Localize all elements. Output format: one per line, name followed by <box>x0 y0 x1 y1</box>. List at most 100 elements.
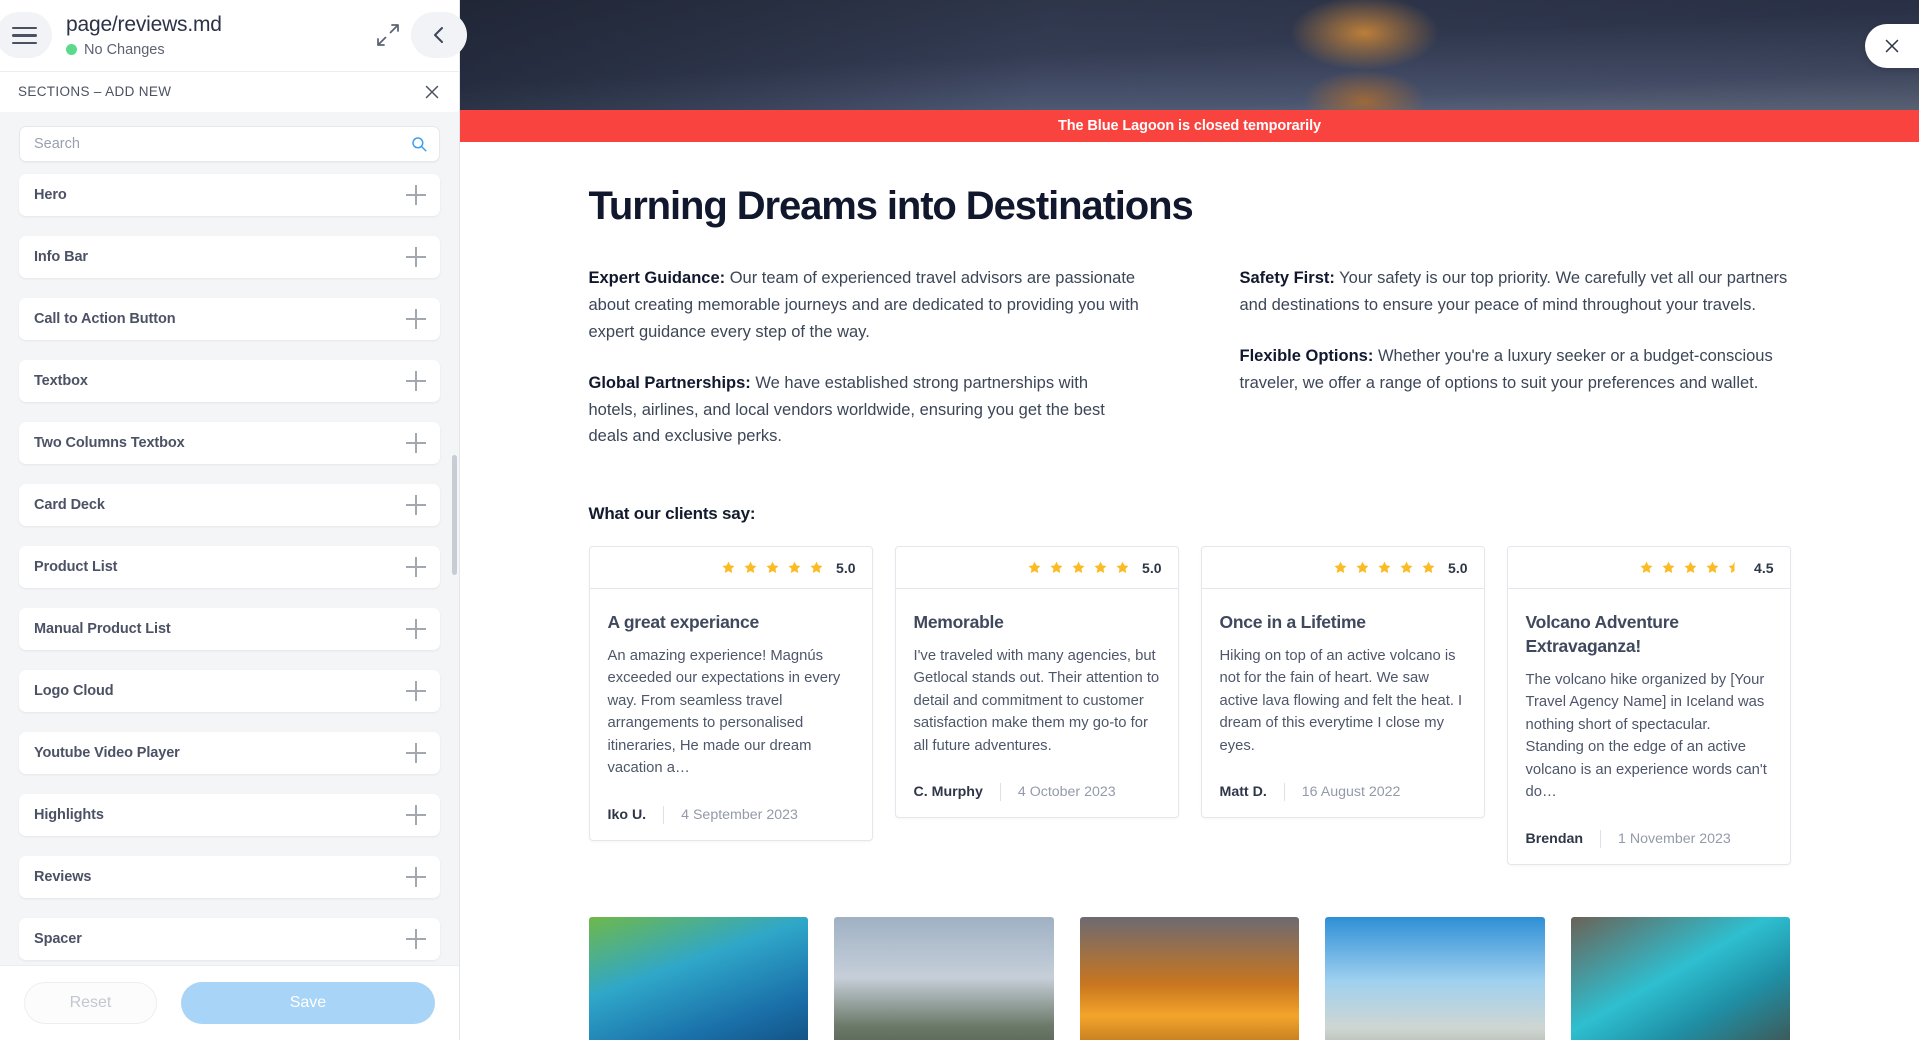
star-icon <box>1334 561 1347 574</box>
hero-image <box>460 0 1919 110</box>
star-icon <box>1378 561 1391 574</box>
review-footer: Iko U. 4 September 2023 <box>590 780 872 840</box>
close-icon <box>1885 39 1899 53</box>
star-rating <box>1639 560 1742 575</box>
review-author: C. Murphy <box>913 784 983 801</box>
sidebar-item-label: Hero <box>34 186 67 203</box>
star-rating <box>721 560 824 575</box>
sidebar-item-two-columns-textbox[interactable]: Two Columns Textbox <box>19 421 440 464</box>
plus-icon[interactable] <box>406 184 426 205</box>
review-date: 4 September 2023 <box>681 806 798 823</box>
sidebar-item-call-to-action-button[interactable]: Call to Action Button <box>19 297 440 340</box>
paragraph-lead: Expert Guidance: <box>588 269 726 287</box>
review-body: Once in a Lifetime Hiking on top of an ac… <box>1202 589 1484 757</box>
review-text: An amazing experience! Magnús exceeded o… <box>607 647 841 777</box>
review-date: 4 October 2023 <box>1017 784 1116 801</box>
review-card: 5.0 A great experiance An amazing experien… <box>588 546 873 841</box>
sidebar-item-label: Two Columns Textbox <box>34 434 185 451</box>
sidebar-item-reviews[interactable]: Reviews <box>19 855 440 898</box>
review-card: 5.0 Once in a Lifetime Hiking on top of an… <box>1200 546 1485 819</box>
sidebar-item-manual-product-list[interactable]: Manual Product List <box>19 607 440 650</box>
rating-value: 5.0 <box>1142 559 1162 576</box>
info-bar-text: The Blue Lagoon is closed temporarily <box>1058 118 1321 134</box>
review-author: Brendan <box>1525 830 1584 847</box>
sidebar-item-card-deck[interactable]: Card Deck <box>19 483 440 526</box>
paragraph-lead: Flexible Options: <box>1239 346 1374 365</box>
star-icon <box>1050 561 1063 574</box>
sidebar-item-label: Card Deck <box>34 496 105 513</box>
star-icon <box>1400 561 1413 574</box>
reviews-heading: What our clients say: <box>588 504 756 524</box>
sidebar-item-logo-cloud[interactable]: Logo Cloud <box>19 669 440 712</box>
sidebar-item-textbox[interactable]: Textbox <box>19 359 440 402</box>
file-info: page/reviews.md No Changes <box>66 13 373 58</box>
sunset-couple-photo <box>1079 916 1300 1040</box>
sidebar-item-info-bar[interactable]: Info Bar <box>19 235 440 278</box>
sidebar-item-label: Call to Action Button <box>34 310 176 327</box>
sections-list[interactable]: Hero Info Bar Call to Action Button Textbox… <box>0 172 459 965</box>
status-label: No Changes <box>84 41 165 58</box>
review-text: Hiking on top of an active volcano is no… <box>1219 647 1463 754</box>
sidebar-scrollbar[interactable] <box>452 455 457 575</box>
page-title: page/reviews.md <box>66 12 222 36</box>
sidebar-item-label: Logo Cloud <box>34 682 114 699</box>
sections-header: SECTIONS – ADD NEW <box>0 70 459 112</box>
chevron-left-icon <box>434 27 443 44</box>
save-button[interactable]: Save <box>180 982 435 1025</box>
collapse-panel-button[interactable] <box>411 12 467 59</box>
sidebar-item-highlights[interactable]: Highlights <box>19 793 440 836</box>
search-icon[interactable] <box>410 135 428 153</box>
plus-icon[interactable] <box>406 866 426 887</box>
review-author: Matt D. <box>1219 784 1267 801</box>
reset-button[interactable]: Reset <box>24 982 157 1025</box>
sidebar-item-label: Manual Product List <box>34 620 171 637</box>
review-body: Memorable I've traveled with many agencie… <box>896 589 1178 757</box>
sidebar-item-label: Spacer <box>34 930 82 947</box>
sidebar-item-label: Highlights <box>34 806 104 823</box>
review-rating-header: 5.0 <box>589 547 872 590</box>
sidebar-item-spacer[interactable]: Spacer <box>19 917 440 960</box>
paragraph-lead: Safety First: <box>1239 269 1335 287</box>
hamburger-icon[interactable] <box>0 12 52 59</box>
text-column-left: Expert Guidance: Our team of experienced… <box>589 265 1140 474</box>
paragraph: Flexible Options: Whether you're a luxur… <box>1240 343 1791 397</box>
search-input[interactable] <box>34 135 410 152</box>
search-area <box>0 112 459 172</box>
plus-icon[interactable] <box>406 494 426 515</box>
plus-icon[interactable] <box>406 308 426 329</box>
close-icon[interactable] <box>421 81 443 103</box>
status-badge: No Changes <box>66 42 373 58</box>
plus-icon[interactable] <box>406 742 426 763</box>
page-content: Turning Dreams into Destinations Expert … <box>460 142 1919 1040</box>
review-body: A great experiance An amazing experience!… <box>590 589 872 780</box>
plus-icon[interactable] <box>406 370 426 391</box>
close-preview-button[interactable] <box>1865 24 1919 68</box>
two-column-textbox: Expert Guidance: Our team of experienced… <box>589 265 1791 474</box>
sidebar-item-youtube-video-player[interactable]: Youtube Video Player <box>19 731 440 774</box>
search-box[interactable] <box>19 125 440 162</box>
sidebar-item-product-list[interactable]: Product List <box>19 545 440 588</box>
review-title: Once in a Lifetime <box>1219 612 1366 633</box>
geyser-eruption-photo <box>1325 916 1545 1040</box>
star-rating <box>1333 560 1436 575</box>
expand-arrows-icon[interactable] <box>373 20 403 50</box>
plus-icon[interactable] <box>406 246 426 267</box>
divider <box>1600 829 1602 848</box>
hero-overlay <box>460 0 1919 110</box>
divider <box>663 805 665 824</box>
sidebar-item-hero[interactable]: Hero <box>19 173 440 216</box>
sidebar-item-label: Info Bar <box>34 248 88 265</box>
plus-icon[interactable] <box>406 680 426 701</box>
review-rating-header: 5.0 <box>1201 547 1484 590</box>
plus-icon[interactable] <box>406 432 426 453</box>
plus-icon[interactable] <box>406 618 426 639</box>
star-icon <box>1640 561 1653 574</box>
status-dot-icon <box>66 44 77 56</box>
review-card: 4.5 Volcano Adventure Extravaganza! The vo… <box>1506 546 1791 865</box>
plus-icon[interactable] <box>406 804 426 825</box>
plus-icon[interactable] <box>406 928 426 949</box>
plus-icon[interactable] <box>406 556 426 577</box>
rating-value: 4.5 <box>1754 559 1774 576</box>
star-icon <box>766 561 779 574</box>
sidebar-footer: Reset Save <box>0 965 459 1040</box>
